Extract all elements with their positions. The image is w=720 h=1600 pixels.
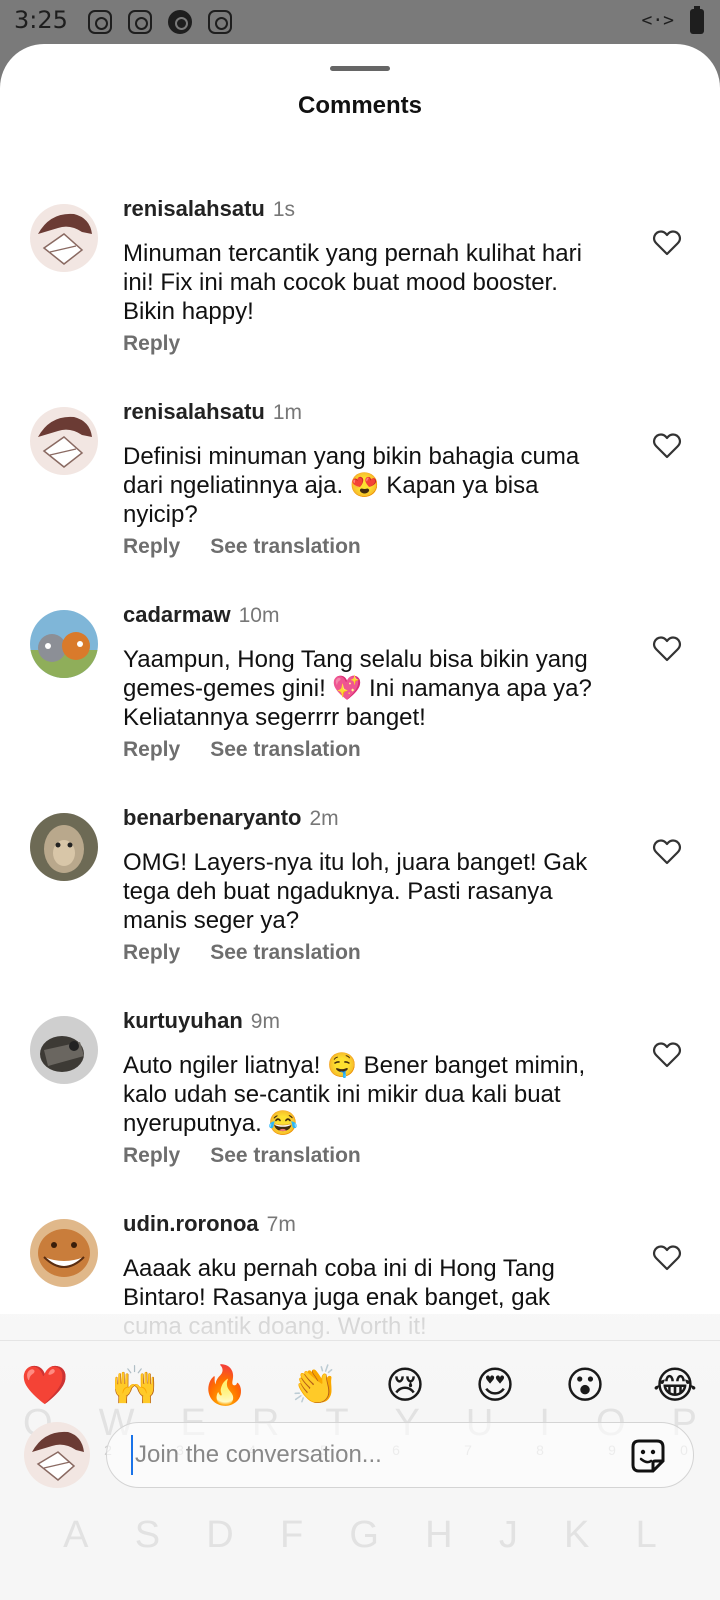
comment-item: cadarmaw 10m Yaampun, Hong Tang selalu bis… <box>0 602 720 800</box>
emoji-reaction-button[interactable]: 😢 <box>375 1366 435 1404</box>
composer-avatar <box>24 1422 90 1488</box>
comments-sheet: Comments renisalahsatu 1s Minuman tercanti… <box>0 44 720 1600</box>
comment-item: benarbenaryanto 2m OMG! Layers-nya itu loh… <box>0 805 720 1003</box>
heart-outline-icon[interactable] <box>652 1040 682 1070</box>
sticker-icon[interactable] <box>627 1435 669 1477</box>
keyboard-key: S <box>134 1514 161 1556</box>
battery-icon <box>690 6 704 34</box>
keyboard-key: D <box>206 1514 234 1556</box>
comment-time: 7m <box>266 1213 296 1236</box>
comment-input[interactable] <box>131 1435 591 1475</box>
username[interactable]: udin.roronoa <box>123 1211 259 1236</box>
comment-item: kurtuyuhan 9m Auto ngiler liatnya! 🤤 Bener… <box>0 1008 720 1206</box>
reply-button[interactable]: Reply <box>123 738 180 761</box>
comment-header: benarbenaryanto 2m <box>123 805 339 831</box>
instagram-icon <box>208 10 232 34</box>
emoji-reaction-button[interactable]: 🙌 <box>105 1366 165 1404</box>
reply-button[interactable]: Reply <box>123 1144 180 1167</box>
emoji-reaction-button[interactable]: 👏 <box>285 1366 345 1404</box>
username[interactable]: cadarmaw <box>123 602 231 627</box>
comment-actions: Reply See translation <box>123 738 391 762</box>
comment-actions: Reply See translation <box>123 535 391 559</box>
username[interactable]: renisalahsatu <box>123 399 265 424</box>
instagram-icon <box>88 10 112 34</box>
status-time: 3:25 <box>14 6 68 34</box>
keyboard-key: A <box>63 1514 89 1556</box>
comment-item: renisalahsatu 1m Definisi minuman yang bik… <box>0 399 720 597</box>
emoji-reaction-button[interactable]: 😍 <box>465 1366 525 1404</box>
comment-text: Auto ngiler liatnya! 🤤 Bener banget mimi… <box>123 1052 586 1137</box>
comment-actions: Reply See translation <box>123 1144 391 1168</box>
comment-header: renisalahsatu 1m <box>123 399 302 425</box>
comment-header: renisalahsatu 1s <box>123 196 295 222</box>
see-translation-button[interactable]: See translation <box>210 941 361 964</box>
keyboard-key: F <box>279 1514 304 1556</box>
heart-outline-icon[interactable] <box>652 431 682 461</box>
comment-time: 1s <box>272 198 296 221</box>
reply-button[interactable]: Reply <box>123 332 180 355</box>
heart-outline-icon[interactable] <box>652 1243 682 1273</box>
comment-time: 2m <box>309 807 339 830</box>
see-translation-button[interactable]: See translation <box>210 1144 361 1167</box>
heart-outline-icon[interactable] <box>652 228 682 258</box>
comment-header: udin.roronoa 7m <box>123 1211 296 1237</box>
comment-header: kurtuyuhan 9m <box>123 1008 280 1034</box>
comment-text: Minuman tercantik yang pernah kulihat ha… <box>123 240 582 325</box>
avatar[interactable] <box>30 204 98 272</box>
avatar[interactable] <box>30 407 98 475</box>
keyboard-key: J <box>498 1514 518 1556</box>
comment-header: cadarmaw 10m <box>123 602 279 628</box>
keyboard-key: L <box>635 1514 657 1556</box>
comment-actions: Reply <box>123 332 210 356</box>
code-icon: <·> <box>641 10 674 31</box>
username[interactable]: benarbenaryanto <box>123 805 302 830</box>
reply-button[interactable]: Reply <box>123 535 180 558</box>
heart-outline-icon[interactable] <box>652 634 682 664</box>
comment-time: 10m <box>238 604 280 627</box>
emoji-reaction-button[interactable]: 😮 <box>555 1366 615 1404</box>
comment-text: Yaampun, Hong Tang selalu bisa bikin yan… <box>123 646 592 731</box>
sheet-title: Comments <box>297 92 423 119</box>
avatar[interactable] <box>30 1016 98 1084</box>
avatar[interactable] <box>30 813 98 881</box>
avatar[interactable] <box>30 610 98 678</box>
comment-actions: Reply See translation <box>123 941 391 965</box>
drag-handle[interactable] <box>330 66 390 71</box>
avatar[interactable] <box>30 1219 98 1287</box>
emoji-reaction-button[interactable]: 😂 <box>645 1366 705 1404</box>
see-translation-button[interactable]: See translation <box>210 535 361 558</box>
status-bar: 3:25 <·> <box>0 0 720 44</box>
comment-item: renisalahsatu 1s Minuman tercantik yang pe… <box>0 196 720 394</box>
see-translation-button[interactable]: See translation <box>210 738 361 761</box>
emoji-reaction-button[interactable]: 🔥 <box>195 1366 255 1404</box>
emoji-reaction-button[interactable]: ❤️ <box>15 1366 75 1404</box>
instagram-icon <box>128 10 152 34</box>
comment-time: 1m <box>272 401 303 424</box>
keyboard-key: K <box>564 1514 590 1556</box>
username[interactable]: kurtuyuhan <box>123 1008 243 1033</box>
comment-composer[interactable] <box>106 1422 694 1488</box>
emoji-reaction-bar: ❤️ 🙌 🔥 👏 😢 😍 😮 😂 <box>0 1340 720 1428</box>
comment-text: Definisi minuman yang bikin bahagia cuma… <box>123 443 580 528</box>
keyboard-key: H <box>425 1514 453 1556</box>
threads-icon <box>168 10 192 34</box>
comment-text: OMG! Layers-nya itu loh, juara banget! G… <box>123 849 588 934</box>
keyboard-key: G <box>349 1514 379 1556</box>
username[interactable]: renisalahsatu <box>123 196 265 221</box>
comment-time: 9m <box>250 1010 280 1033</box>
reply-button[interactable]: Reply <box>123 941 180 964</box>
heart-outline-icon[interactable] <box>652 837 682 867</box>
